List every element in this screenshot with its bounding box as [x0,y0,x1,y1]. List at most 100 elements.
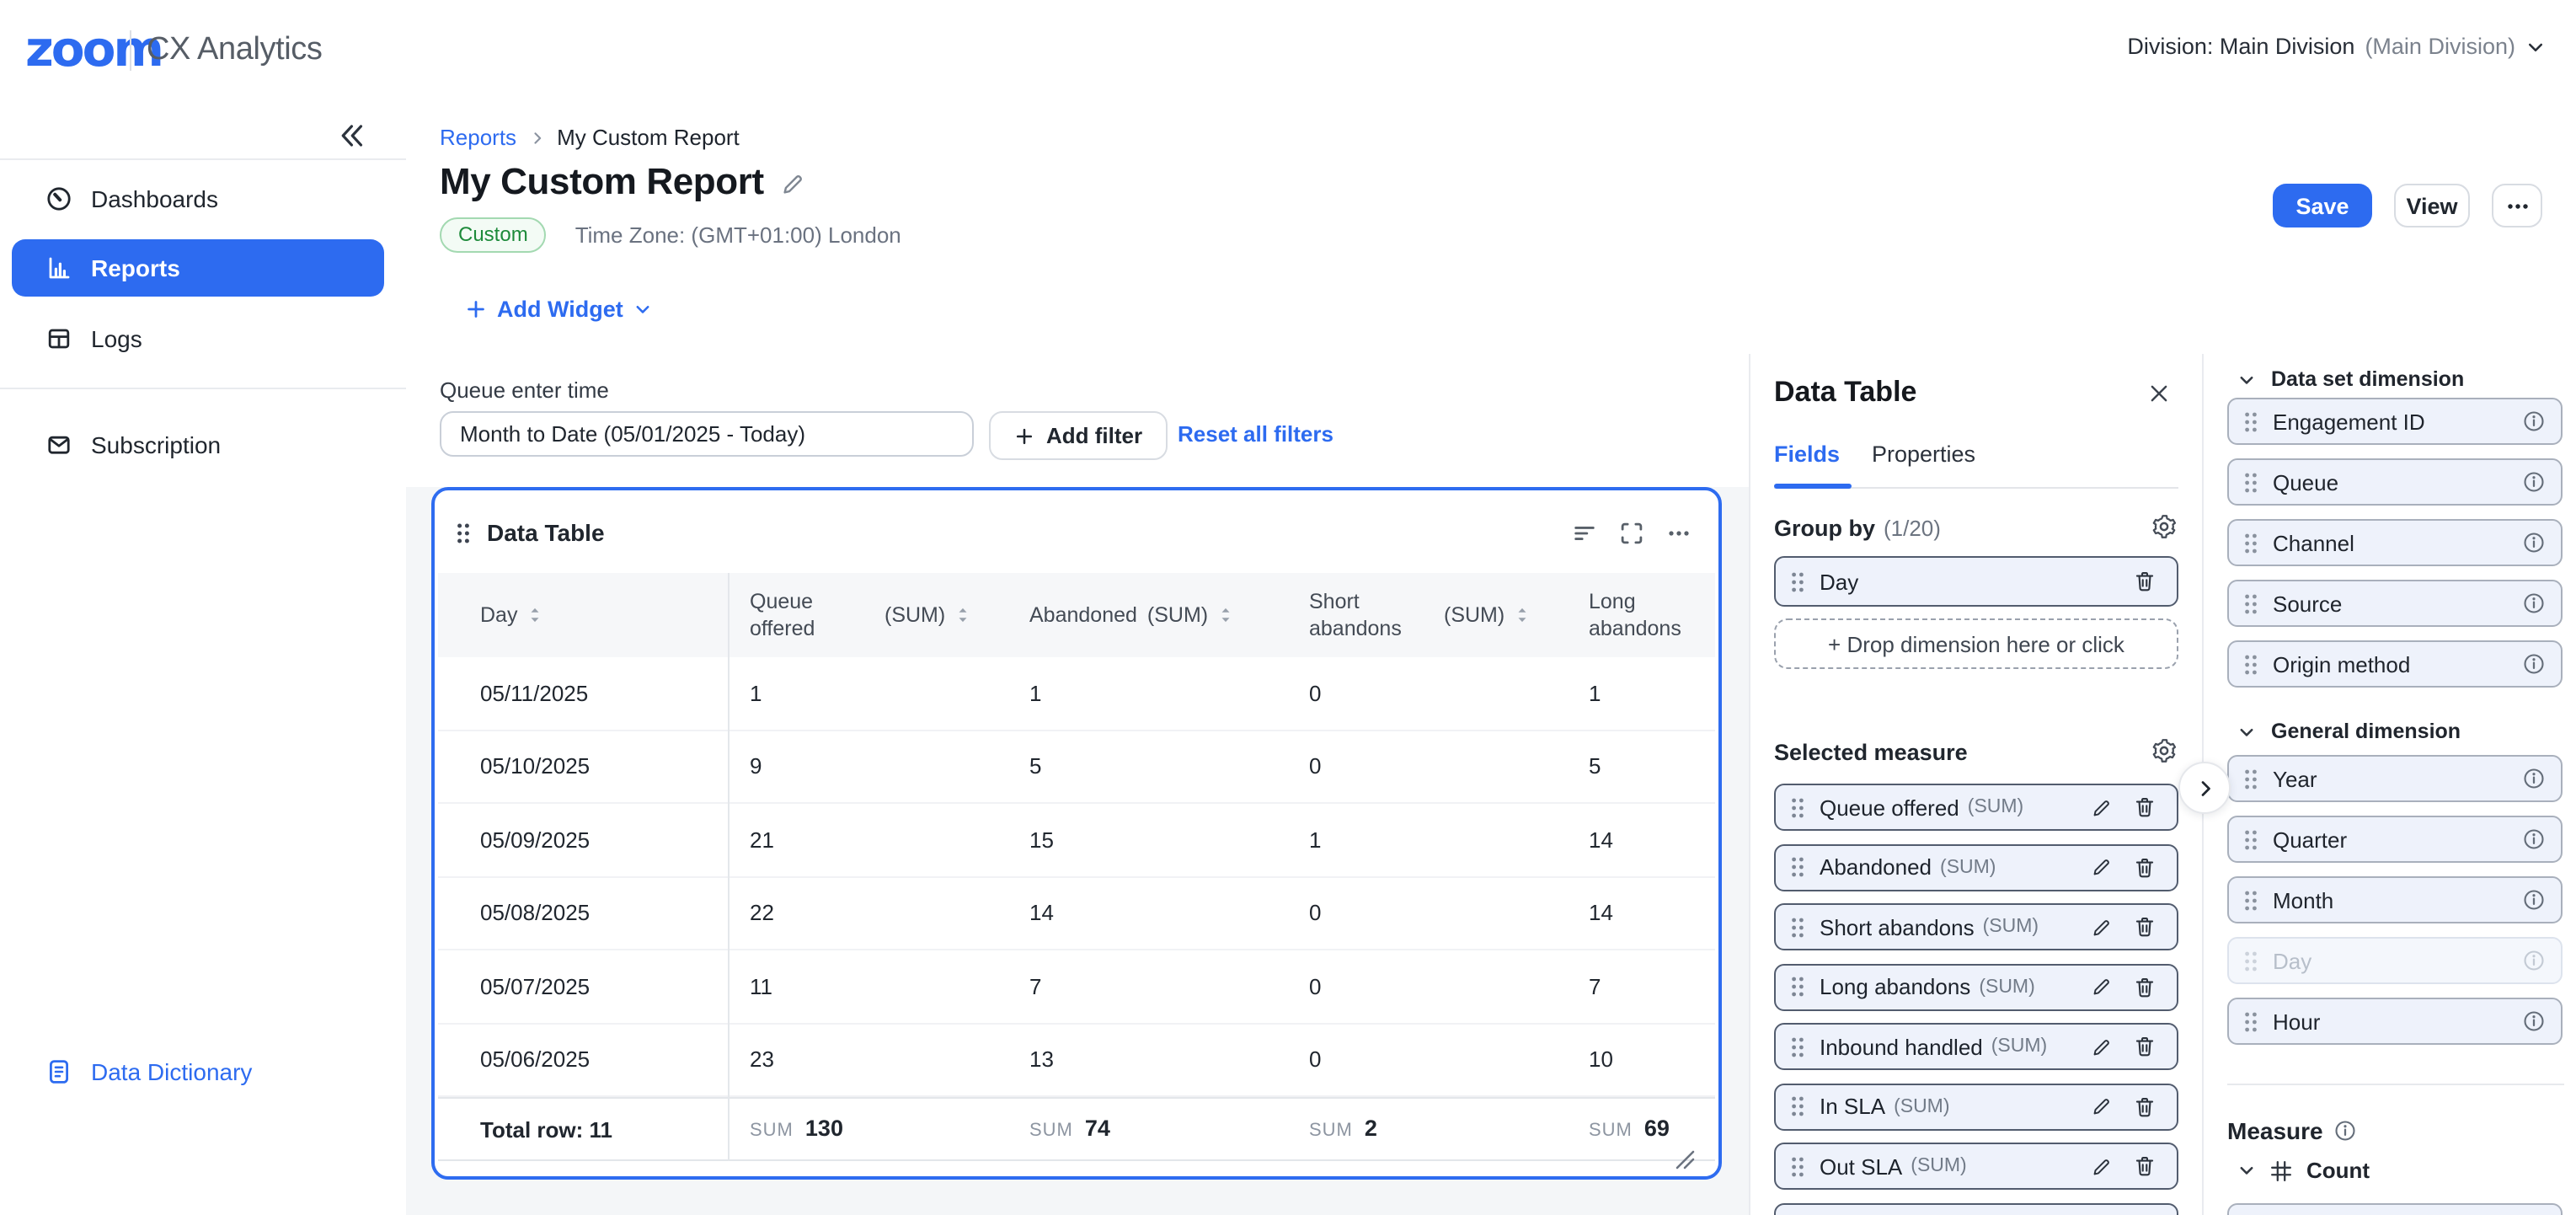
drag-handle-icon[interactable] [2244,471,2258,493]
measure-chip-queue-offered[interactable]: Queue offered (SUM) [1774,784,2178,831]
gear-icon[interactable] [2151,514,2177,539]
info-icon[interactable] [2522,409,2546,433]
tab-properties[interactable]: Properties [1872,442,1975,467]
measure-chip-short-abandons[interactable]: Short abandons (SUM) [1774,903,2178,950]
zoom-logo[interactable]: zoom [25,22,162,76]
table-row[interactable]: 05/11/2025 1 1 0 1 [438,657,1715,731]
tab-fields[interactable]: Fields [1774,442,1840,467]
info-icon[interactable] [2522,591,2546,615]
measure-chip-partial[interactable] [2227,1203,2563,1215]
drag-handle-icon[interactable] [1791,976,1804,998]
drag-handle-icon[interactable] [1791,1036,1804,1057]
data-table-widget[interactable]: Data Table [431,487,1722,1180]
info-icon[interactable] [2522,888,2546,912]
fullscreen-icon[interactable] [1619,521,1644,546]
pencil-icon[interactable] [2091,796,2113,818]
drag-handle-icon[interactable] [457,522,470,544]
drag-handle-icon[interactable] [2244,410,2258,432]
drop-dimension-zone[interactable]: + Drop dimension here or click [1774,618,2178,669]
drag-handle-icon[interactable] [2244,768,2258,789]
table-row[interactable]: 05/07/2025 11 7 0 7 [438,950,1715,1024]
measure-chip-abandoned[interactable]: Abandoned (SUM) [1774,843,2178,891]
add-widget-button[interactable]: Add Widget [465,297,652,322]
pencil-icon[interactable] [2091,976,2113,998]
gear-icon[interactable] [2151,738,2177,763]
dimension-chip-quarter[interactable]: Quarter [2227,816,2563,863]
info-icon[interactable] [2522,767,2546,790]
filter-lines-icon[interactable] [1572,521,1597,546]
trash-icon[interactable] [2133,855,2156,879]
trash-icon[interactable] [2133,570,2156,593]
sidebar-item-subscription[interactable]: Subscription [12,418,384,472]
pencil-icon[interactable] [2091,1036,2113,1057]
dataset-dimension-header[interactable]: Data set dimension [2237,367,2464,391]
sort-icon[interactable] [1218,605,1233,625]
info-icon[interactable] [2522,531,2546,554]
measure-chip-long-abandons[interactable]: Long abandons (SUM) [1774,963,2178,1010]
table-row[interactable]: 05/08/2025 22 14 0 14 [438,877,1715,950]
breadcrumb-reports[interactable]: Reports [440,125,516,150]
drag-handle-icon[interactable] [1791,1095,1804,1117]
reset-filters-link[interactable]: Reset all filters [1178,421,1333,447]
close-icon[interactable] [2148,383,2170,404]
pencil-icon[interactable] [2091,916,2113,938]
trash-icon[interactable] [2133,1095,2156,1118]
sort-icon[interactable] [955,605,970,625]
trash-icon[interactable] [2133,1035,2156,1058]
dimension-chip-origin-method[interactable]: Origin method [2227,640,2563,688]
ellipsis-icon[interactable] [1666,521,1692,546]
data-dictionary-link[interactable]: Data Dictionary [12,1045,384,1099]
column-header-abandoned[interactable]: Abandoned (SUM) [1007,602,1287,629]
column-header-long-abandons[interactable]: Long abandons (SUM) [1567,588,1715,643]
measure-chip-out-sla[interactable]: Out SLA (SUM) [1774,1143,2178,1190]
pencil-icon[interactable] [781,172,806,197]
table-row[interactable]: 05/09/2025 21 15 1 14 [438,804,1715,877]
drag-handle-icon[interactable] [2244,828,2258,850]
measure-chip-inbound-handled[interactable]: Inbound handled (SUM) [1774,1023,2178,1070]
drag-handle-icon[interactable] [1791,1155,1804,1177]
division-selector[interactable]: Division: Main Division (Main Division) [2127,34,2546,59]
drag-handle-icon[interactable] [1791,856,1804,878]
dimension-chip-year[interactable]: Year [2227,755,2563,802]
table-row[interactable]: 05/10/2025 9 5 0 5 [438,731,1715,804]
measure-chip-in-sla[interactable]: In SLA (SUM) [1774,1083,2178,1130]
info-icon[interactable] [2522,827,2546,851]
view-button[interactable]: View [2394,184,2470,227]
dimension-chip-hour[interactable]: Hour [2227,998,2563,1045]
sidebar-item-dashboards[interactable]: Dashboards [12,172,384,226]
info-icon[interactable] [2522,652,2546,676]
drag-handle-icon[interactable] [2244,592,2258,614]
trash-icon[interactable] [2133,1154,2156,1178]
count-group-header[interactable]: Count [2237,1158,2370,1183]
pencil-icon[interactable] [2091,1095,2113,1117]
dimension-chip-source[interactable]: Source [2227,580,2563,627]
sort-icon[interactable] [1515,605,1530,625]
resize-icon[interactable] [1675,1149,1695,1170]
sidebar-item-logs[interactable]: Logs [12,312,384,366]
dimension-chip-month[interactable]: Month [2227,876,2563,923]
pencil-icon[interactable] [2091,856,2113,878]
collapse-sidebar-icon[interactable] [330,115,371,155]
info-icon[interactable] [2333,1119,2357,1143]
drag-handle-icon[interactable] [1791,916,1804,938]
date-range-input[interactable] [440,411,974,457]
dimension-chip-channel[interactable]: Channel [2227,519,2563,566]
trash-icon[interactable] [2133,795,2156,819]
trash-icon[interactable] [2133,975,2156,998]
measure-chip-partial[interactable] [1774,1202,2178,1215]
info-icon[interactable] [2522,1009,2546,1033]
column-header-day[interactable]: Day [438,602,728,629]
add-filter-button[interactable]: Add filter [989,411,1168,460]
dimension-chip-queue[interactable]: Queue [2227,458,2563,506]
more-actions-button[interactable] [2492,184,2542,227]
info-icon[interactable] [2522,470,2546,494]
drag-handle-icon[interactable] [1791,570,1804,592]
panel-expand-button[interactable] [2178,762,2231,814]
drag-handle-icon[interactable] [2244,1010,2258,1032]
group-by-chip-day[interactable]: Day [1774,556,2178,607]
drag-handle-icon[interactable] [2244,889,2258,911]
table-row[interactable]: 05/06/2025 23 13 0 10 [438,1024,1715,1097]
save-button[interactable]: Save [2273,184,2372,227]
pencil-icon[interactable] [2091,1155,2113,1177]
drag-handle-icon[interactable] [2244,653,2258,675]
